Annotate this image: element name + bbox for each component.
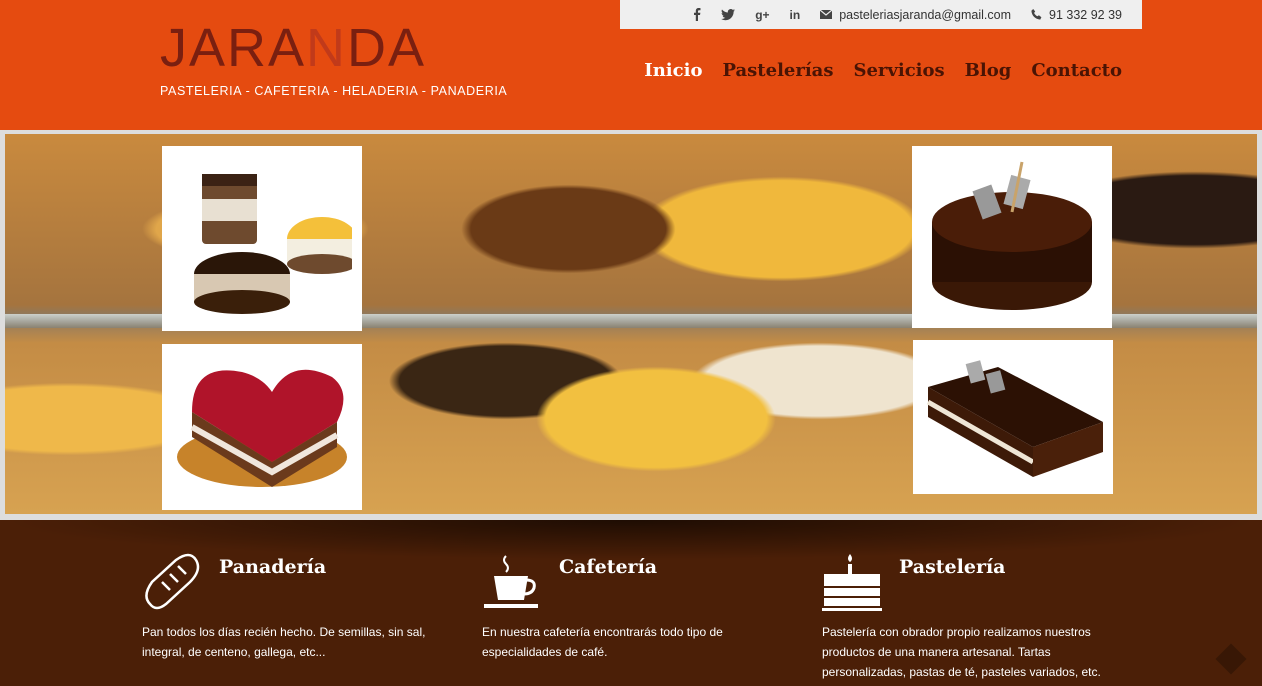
main-nav: Inicio Pastelerías Servicios Blog Contac… <box>644 60 1122 81</box>
product-photo-mini-cakes[interactable] <box>162 146 362 331</box>
bread-icon <box>142 552 202 612</box>
logo-part: JARA <box>160 18 307 78</box>
email-text: pasteleriasjaranda@gmail.com <box>839 7 1011 22</box>
logo-wordmark: JARANDA <box>160 18 510 78</box>
logo-tagline: PASTELERIA - CAFETERIA - HELADERIA - PAN… <box>160 84 508 98</box>
feature-title: Panadería <box>219 556 327 578</box>
product-photo-chocolate-cake[interactable] <box>912 146 1112 328</box>
nav-item-blog[interactable]: Blog <box>965 60 1012 81</box>
googleplus-icon[interactable]: g+ <box>755 8 769 22</box>
cake-icon <box>822 552 882 612</box>
phone-link[interactable]: 91 332 92 39 <box>1031 8 1122 22</box>
nav-item-servicios[interactable]: Servicios <box>853 60 944 81</box>
phone-text: 91 332 92 39 <box>1049 7 1122 22</box>
envelope-icon <box>820 10 833 19</box>
logo[interactable]: JARANDA PASTELERIA - CAFETERIA - HELADER… <box>160 18 510 98</box>
feature-title: Pastelería <box>899 556 1006 578</box>
logo-part: N <box>306 18 348 78</box>
contact-bar: g+ in pasteleriasjaranda@gmail.com 91 33… <box>620 0 1142 29</box>
coffee-cup-icon <box>482 552 542 612</box>
services-section: Panadería Pan todos los días recién hech… <box>0 520 1262 686</box>
linkedin-icon[interactable]: in <box>790 8 801 22</box>
product-photo-chocolate-bar-cake[interactable] <box>913 340 1113 494</box>
product-photo-heart-cake[interactable] <box>162 344 362 510</box>
nav-item-inicio[interactable]: Inicio <box>644 60 702 81</box>
hero-banner <box>0 130 1262 520</box>
feature-title: Cafetería <box>559 556 658 578</box>
phone-icon <box>1031 9 1042 20</box>
feature-text: En nuestra cafetería encontrarás todo ti… <box>482 625 723 659</box>
twitter-icon[interactable] <box>721 8 736 21</box>
nav-item-contacto[interactable]: Contacto <box>1031 60 1122 81</box>
feature-text: Pan todos los días recién hecho. De semi… <box>142 625 426 659</box>
logo-part: DA <box>347 18 427 78</box>
email-link[interactable]: pasteleriasjaranda@gmail.com <box>820 8 1011 22</box>
scroll-to-top-button[interactable] <box>1215 643 1247 675</box>
nav-item-pastelerias[interactable]: Pastelerías <box>722 60 833 81</box>
facebook-icon[interactable] <box>693 8 701 21</box>
site-header: JARANDA PASTELERIA - CAFETERIA - HELADER… <box>0 0 1262 130</box>
feature-text: Pastelería con obrador propio realizamos… <box>822 625 1101 679</box>
